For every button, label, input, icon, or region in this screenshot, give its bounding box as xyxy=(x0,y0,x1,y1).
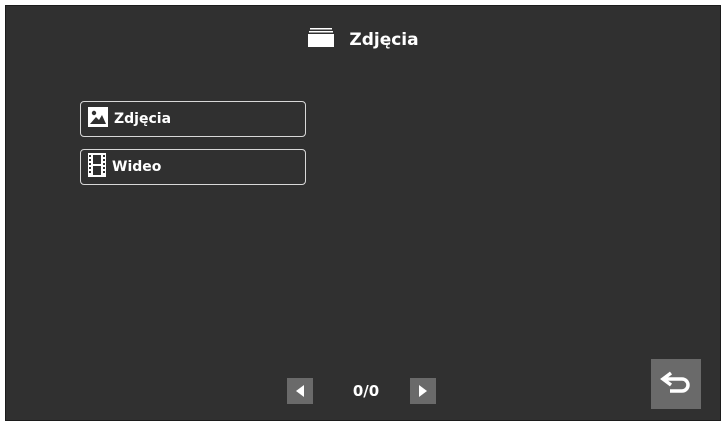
menu-item-video[interactable]: Wideo xyxy=(80,149,306,185)
previous-page-button[interactable] xyxy=(287,378,313,404)
header: Zdjęcia xyxy=(6,28,720,52)
triangle-left-icon xyxy=(295,382,305,401)
image-icon xyxy=(88,107,108,131)
page-counter: 0/0 xyxy=(352,382,380,400)
gallery-screen: Zdjęcia Zdjęcia Wideo 0/0 xyxy=(5,5,721,421)
menu-item-label: Wideo xyxy=(112,159,162,175)
triangle-right-icon xyxy=(418,382,428,401)
return-arrow-icon xyxy=(660,369,692,399)
folder-stack-icon xyxy=(307,28,335,52)
back-button[interactable] xyxy=(651,359,701,409)
film-icon xyxy=(88,153,106,181)
menu-item-label: Zdjęcia xyxy=(114,111,172,127)
page-title: Zdjęcia xyxy=(349,30,419,50)
next-page-button[interactable] xyxy=(410,378,436,404)
menu-item-photos[interactable]: Zdjęcia xyxy=(80,101,306,137)
